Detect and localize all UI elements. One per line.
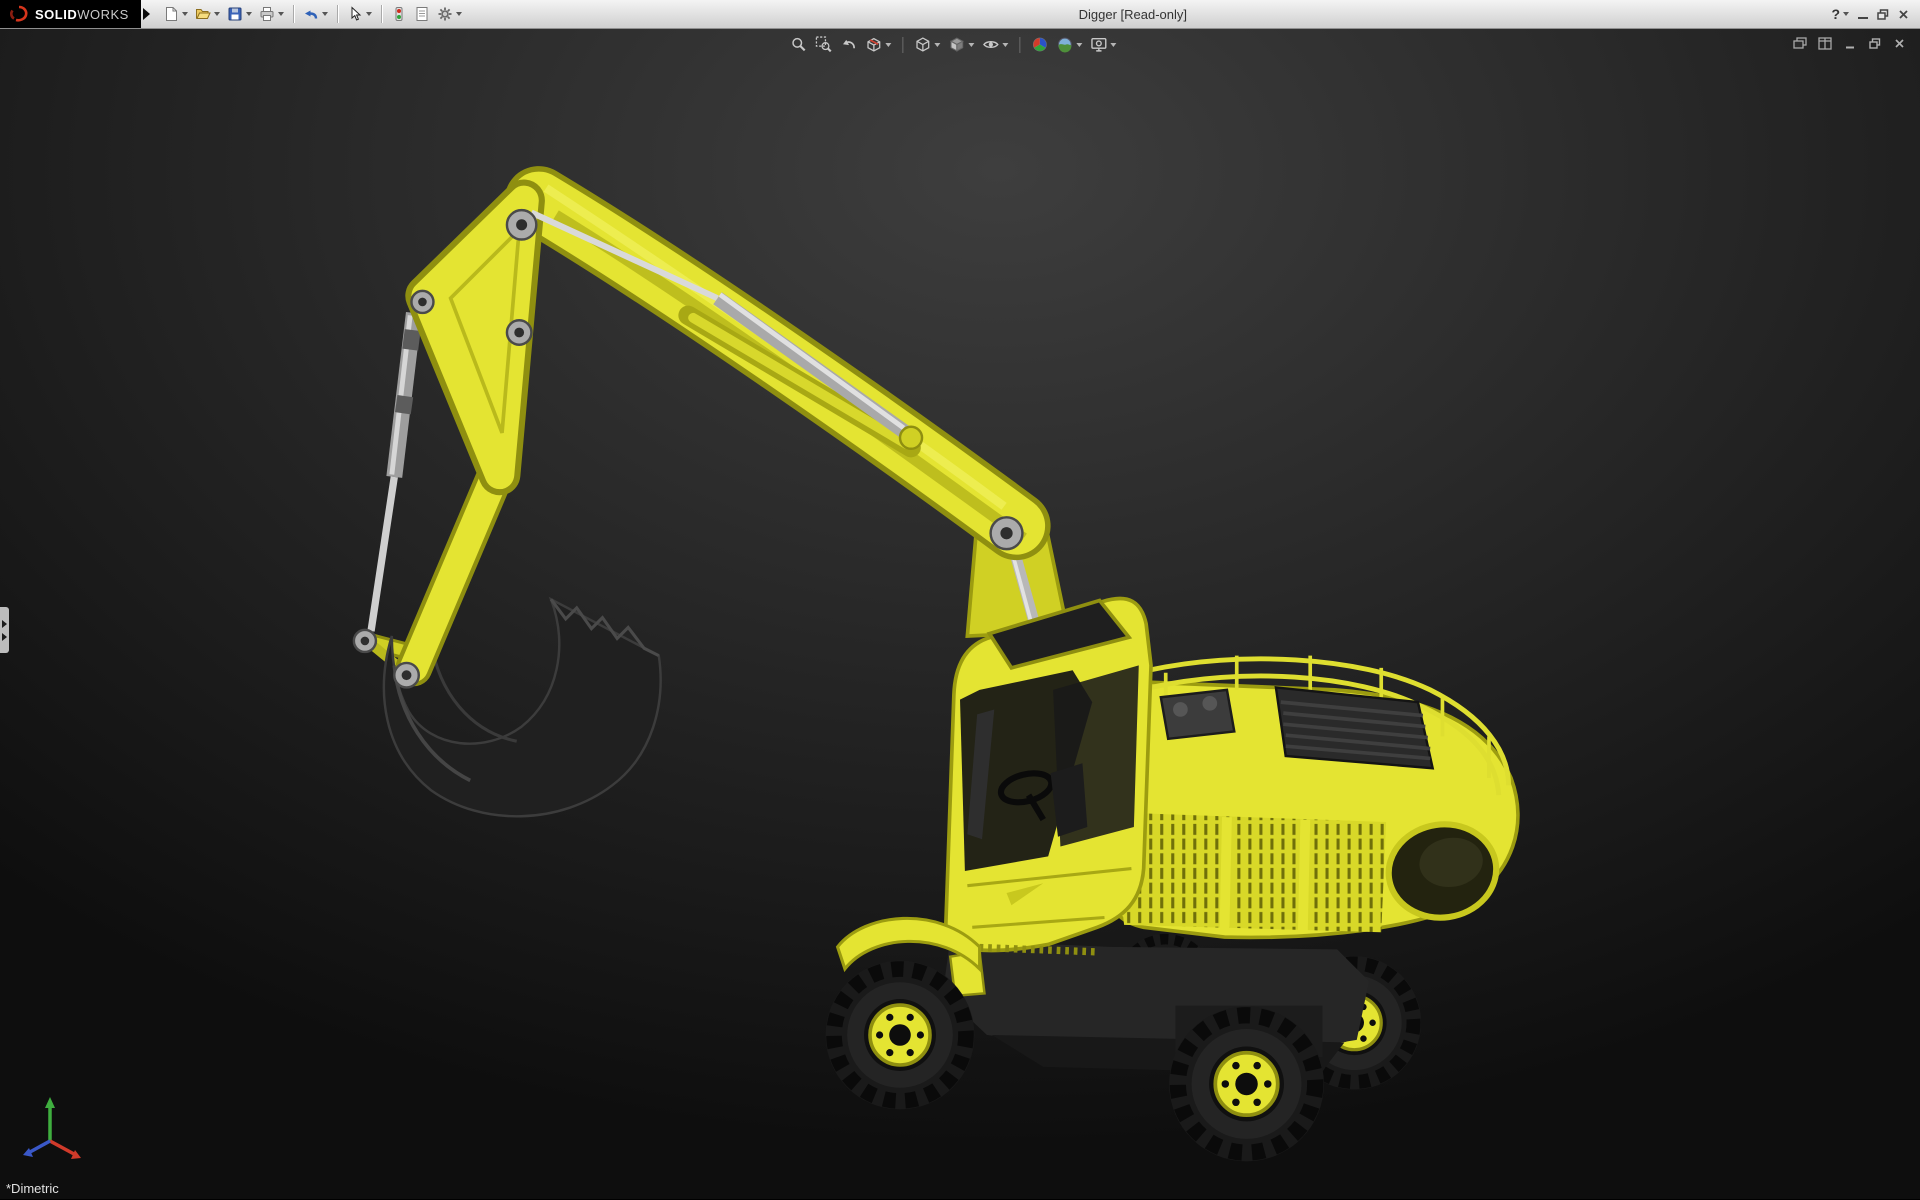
close-window-button[interactable]: [1895, 3, 1912, 26]
new-document-icon: [165, 7, 177, 21]
dropdown-caret-icon: [1076, 42, 1083, 47]
help-icon: ?: [1831, 6, 1840, 22]
restore-window-button[interactable]: [1874, 3, 1892, 26]
options-gear-icon: [438, 7, 452, 21]
zoom-to-fit-icon: [792, 37, 806, 52]
view-settings-button[interactable]: [1087, 35, 1119, 54]
print-icon: [260, 7, 274, 21]
minimize-window-button[interactable]: [1855, 3, 1871, 26]
toolbar-separator: [902, 36, 904, 53]
edit-appearance-sphere-icon: [1032, 37, 1047, 52]
view-orientation-label: *Dimetric: [6, 1181, 59, 1196]
save-button[interactable]: [224, 3, 255, 26]
dropdown-caret-icon: [277, 12, 284, 16]
file-properties-button[interactable]: [411, 3, 433, 26]
dropdown-caret-icon: [1002, 42, 1009, 47]
dropdown-caret-icon: [968, 42, 975, 47]
toolbar-separator: [336, 5, 338, 23]
expand-arrow-icon: [2, 632, 7, 641]
boom-assembly: [352, 166, 1051, 818]
close-document-button[interactable]: [1889, 35, 1910, 52]
undo-arrow-icon: [304, 10, 318, 19]
apply-scene-button[interactable]: [1053, 35, 1085, 54]
restore-icon: [1868, 38, 1880, 49]
dropdown-caret-icon: [455, 12, 462, 16]
dropdown-caret-icon: [365, 12, 372, 16]
ds-logo-icon: [10, 5, 28, 22]
display-style-cube-icon: [949, 37, 964, 52]
help-button[interactable]: ?: [1828, 3, 1852, 26]
toolbar-separator: [292, 5, 294, 23]
select-button[interactable]: [344, 3, 375, 26]
dropdown-caret-icon: [934, 42, 941, 47]
restore-document-button[interactable]: [1864, 35, 1885, 52]
dropdown-caret-icon: [245, 12, 252, 16]
window-title: Digger [Read-only]: [1078, 6, 1187, 22]
save-floppy-icon: [228, 7, 242, 21]
toolbar-separator: [1019, 36, 1021, 53]
dropdown-caret-icon: [1110, 42, 1117, 47]
minimize-icon: [1845, 46, 1854, 48]
hide-show-items-button[interactable]: [979, 35, 1011, 54]
cascade-windows-button[interactable]: [1789, 35, 1810, 52]
z-axis: [29, 1139, 51, 1154]
options-button[interactable]: [434, 3, 465, 26]
previous-view-button[interactable]: [837, 35, 860, 54]
dropdown-caret-icon: [213, 12, 220, 16]
expand-arrow-icon: [2, 619, 7, 628]
reference-triad: [23, 1097, 81, 1159]
open-folder-icon: [195, 9, 211, 19]
rebuild-button[interactable]: [388, 3, 410, 26]
titlebar: SOLIDWORKS Digger [Read-only] ?: [0, 0, 1920, 29]
display-style-button[interactable]: [945, 35, 977, 54]
restore-icon: [1877, 8, 1889, 20]
view-settings-icon: [1091, 37, 1107, 52]
print-button[interactable]: [256, 3, 287, 26]
new-button[interactable]: [160, 3, 191, 26]
cab: [943, 596, 1153, 956]
dropdown-caret-icon: [321, 12, 328, 16]
main-toolbar: [160, 3, 465, 26]
view-orientation-cube-icon: [916, 37, 930, 52]
tile-windows-icon: [1817, 37, 1832, 50]
edit-appearance-button[interactable]: [1028, 35, 1051, 54]
apply-scene-sphere-icon: [1057, 37, 1072, 53]
dropdown-caret-icon: [1843, 12, 1849, 16]
dropdown-caret-icon: [885, 42, 892, 47]
file-properties-icon: [416, 7, 428, 21]
open-button[interactable]: [192, 3, 223, 26]
x-axis: [49, 1139, 75, 1156]
rebuild-stoplight-icon: [395, 7, 403, 21]
model-viewport-canvas[interactable]: [0, 29, 1920, 1199]
previous-view-icon: [843, 39, 856, 49]
select-cursor-icon: [351, 6, 362, 21]
view-orientation-button[interactable]: [911, 35, 943, 54]
solidworks-logo: SOLIDWORKS: [0, 0, 141, 28]
zoom-to-area-icon: [815, 36, 832, 53]
undo-button[interactable]: [300, 3, 331, 26]
brand-text: SOLIDWORKS: [35, 6, 129, 22]
dropdown-caret-icon: [181, 12, 188, 16]
window-controls: ?: [1828, 3, 1920, 26]
section-view-button[interactable]: [862, 35, 894, 54]
zoom-to-fit-button[interactable]: [787, 35, 810, 54]
close-icon: [1899, 9, 1908, 19]
zoom-to-area-button[interactable]: [812, 35, 835, 54]
excavator-model[interactable]: [352, 166, 1520, 1161]
close-icon: [1895, 39, 1904, 48]
tile-windows-button[interactable]: [1814, 35, 1835, 52]
document-window-controls: [1789, 35, 1910, 52]
section-view-icon: [867, 37, 881, 52]
toolbar-separator: [380, 5, 382, 23]
minimize-document-button[interactable]: [1839, 35, 1860, 52]
cascade-windows-icon: [1792, 37, 1807, 49]
heads-up-toolbar: [787, 35, 1119, 54]
minimize-icon: [1858, 17, 1868, 19]
hide-show-eye-icon: [983, 40, 999, 49]
logo-notch: [142, 8, 150, 20]
graphics-viewport[interactable]: *Dimetric: [0, 29, 1920, 1199]
panel-expand-handle[interactable]: [0, 607, 9, 653]
